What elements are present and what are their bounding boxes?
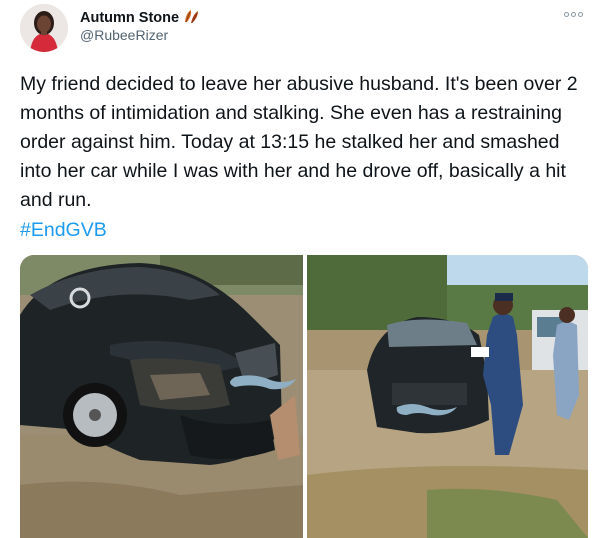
photo-police-scene[interactable] bbox=[307, 255, 588, 538]
tweet-card: Autumn Stone @RubeeRizer My friend decid… bbox=[0, 0, 603, 538]
photo-damaged-car[interactable] bbox=[20, 255, 303, 538]
more-dot bbox=[577, 11, 583, 17]
tweet-media bbox=[20, 255, 588, 538]
hashtag-link[interactable]: #EndGVB bbox=[20, 216, 107, 245]
author-name[interactable]: Autumn Stone bbox=[80, 8, 201, 28]
avatar-image bbox=[20, 4, 68, 52]
more-dots-icon bbox=[563, 11, 569, 17]
author-handle[interactable]: @RubeeRizer bbox=[80, 27, 168, 43]
leaf-emoji bbox=[183, 8, 201, 28]
more-options-button[interactable] bbox=[561, 6, 585, 22]
tweet-text: My friend decided to leave her abusive h… bbox=[20, 73, 578, 211]
author-display-name: Autumn Stone bbox=[80, 10, 180, 26]
more-dot bbox=[570, 11, 576, 17]
avatar[interactable] bbox=[20, 4, 68, 52]
